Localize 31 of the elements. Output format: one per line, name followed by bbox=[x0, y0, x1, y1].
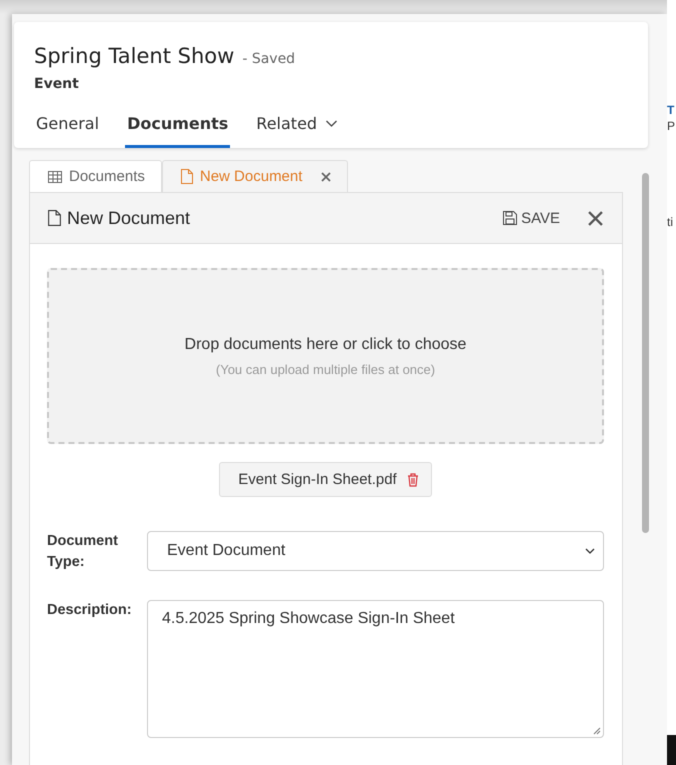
field-label: Description: bbox=[47, 601, 133, 620]
entity-label: Event bbox=[34, 76, 80, 92]
chevron-down-icon bbox=[325, 120, 338, 128]
record-title: Spring Talent Show bbox=[34, 44, 234, 68]
dropzone-hint: (You can upload multiple files at once) bbox=[216, 362, 436, 376]
pane-tab[interactable]: Documents bbox=[29, 160, 162, 192]
file-dropzone[interactable]: Drop documents here or click to choose (You can upload multiple files at once) bbox=[47, 268, 604, 444]
background-text: T bbox=[667, 102, 676, 118]
resize-grip-icon[interactable] bbox=[593, 727, 601, 735]
form-tab[interactable]: Related bbox=[254, 110, 340, 148]
background-text: P bbox=[667, 118, 676, 134]
panel-title: New Document bbox=[67, 208, 192, 228]
document-icon bbox=[48, 210, 61, 226]
field-label: Document Type: bbox=[47, 532, 119, 572]
description-field[interactable]: 4.5.2025 Spring Showcase Sign-In Sheet bbox=[147, 600, 604, 738]
chevron-down-icon bbox=[585, 548, 595, 554]
close-icon[interactable] bbox=[588, 210, 603, 226]
trash-icon[interactable] bbox=[406, 472, 419, 486]
form-tab[interactable]: General bbox=[34, 110, 102, 148]
close-tab-icon[interactable] bbox=[321, 172, 332, 182]
save-status: - Saved bbox=[242, 51, 296, 67]
scrollbar-thumb[interactable] bbox=[642, 173, 649, 533]
save-icon bbox=[503, 211, 518, 225]
document-type-select[interactable]: Event Document bbox=[147, 531, 604, 571]
dropzone-text: Drop documents here or click to choose bbox=[184, 336, 466, 354]
file-name: Event Sign-In Sheet.pdf bbox=[238, 471, 397, 488]
table-icon bbox=[48, 170, 62, 182]
document-icon bbox=[180, 169, 193, 184]
background-text: ti bbox=[667, 214, 674, 230]
save-button[interactable]: SAVE bbox=[503, 210, 560, 226]
form-tab[interactable]: Documents bbox=[125, 110, 230, 148]
